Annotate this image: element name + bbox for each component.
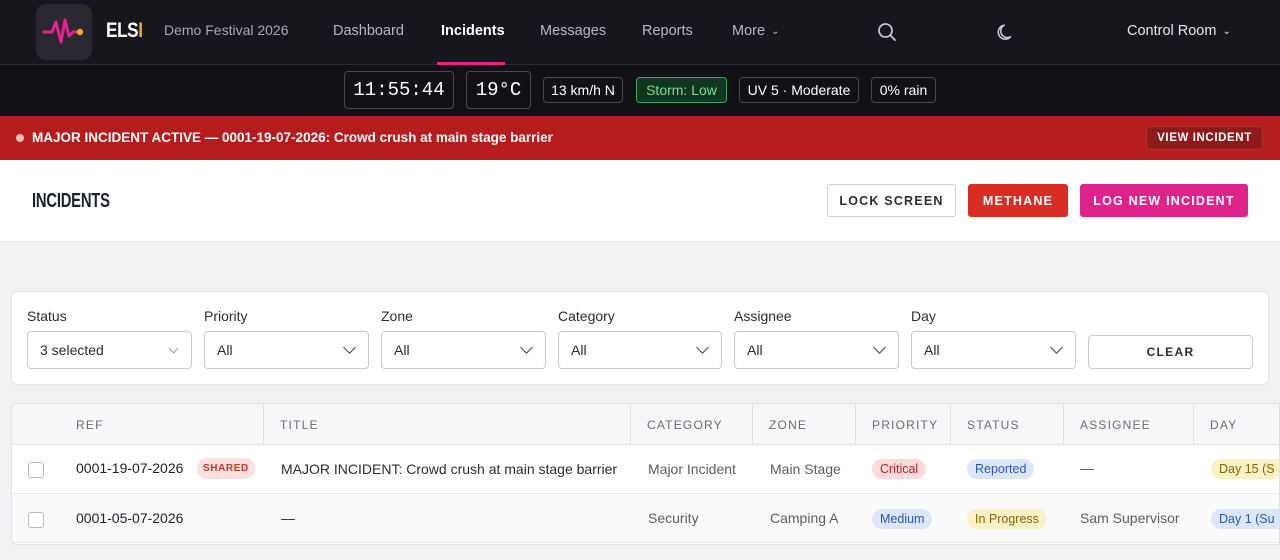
column-header-ref[interactable]: REF: [76, 418, 104, 432]
nav-dashboard[interactable]: Dashboard: [333, 23, 404, 39]
status-badge: In Progress: [967, 509, 1047, 529]
clear-filters-button[interactable]: CLEAR: [1088, 335, 1253, 369]
nav-reports[interactable]: Reports: [642, 23, 693, 39]
day-badge: Day 15 (S: [1211, 459, 1279, 479]
column-header-title[interactable]: TITLE: [280, 418, 319, 432]
uv-index: UV 5 · Moderate: [739, 77, 859, 103]
view-incident-button[interactable]: VIEW INCIDENT: [1146, 126, 1263, 150]
control-room-selector[interactable]: Control Room ⌄: [1127, 23, 1231, 39]
table-row[interactable]: 0001-05-07-2026 — Security Camping A Med…: [12, 494, 1279, 543]
column-divider: [630, 404, 631, 445]
incident-assignee: —: [1080, 460, 1094, 476]
top-navbar: ELSI Demo Festival 2026 Dashboard Incide…: [0, 0, 1280, 65]
incident-title[interactable]: —: [281, 510, 295, 526]
day-badge: Day 1 (Su: [1211, 509, 1279, 529]
incidents-table: REF TITLE CATEGORY ZONE PRIORITY STATUS …: [11, 403, 1280, 545]
chevron-down-icon: [520, 341, 533, 354]
search-icon[interactable]: [877, 22, 897, 42]
chevron-down-icon: ⌄: [771, 26, 780, 37]
table-row[interactable]: 0001-19-07-2026 SHARED MAJOR INCIDENT: C…: [12, 445, 1279, 494]
column-divider: [1063, 404, 1064, 445]
chevron-down-icon: [168, 343, 179, 354]
wind: 13 km/h N: [543, 77, 623, 103]
status-badge: Reported: [967, 459, 1035, 479]
chevron-down-icon: [1050, 341, 1063, 354]
rain-chance: 0% rain: [871, 77, 936, 103]
column-header-assignee[interactable]: ASSIGNEE: [1080, 418, 1151, 432]
incident-zone: Camping A: [770, 510, 839, 526]
assignee-filter-value: All: [747, 342, 763, 358]
alert-text: MAJOR INCIDENT ACTIVE — 0001-19-07-2026:…: [32, 130, 553, 145]
storm-status: Storm: Low: [636, 77, 727, 103]
priority-badge: Critical: [872, 459, 927, 479]
incident-title[interactable]: MAJOR INCIDENT: Crowd crush at main stag…: [281, 461, 617, 477]
category-filter-value: All: [571, 342, 587, 358]
heartbeat-icon: [42, 18, 84, 44]
nav-more[interactable]: More ⌄: [732, 23, 779, 39]
incident-category: Security: [648, 510, 699, 526]
category-filter-label: Category: [558, 308, 615, 324]
chevron-down-icon: [343, 341, 356, 354]
chevron-down-icon: ⌄: [1222, 26, 1231, 37]
incident-ref[interactable]: 0001-05-07-2026: [76, 510, 183, 526]
moon-icon[interactable]: [996, 22, 1016, 42]
lock-screen-button[interactable]: LOCK SCREEN: [827, 184, 956, 217]
status-filter-value: 3 selected: [40, 342, 104, 358]
nav-more-label: More: [732, 23, 766, 39]
column-divider: [855, 404, 856, 445]
nav-incidents[interactable]: Incidents: [441, 23, 505, 39]
methane-button[interactable]: METHANE: [968, 184, 1068, 217]
column-divider: [950, 404, 951, 445]
brand-name: ELSI: [106, 19, 143, 42]
log-new-incident-button[interactable]: LOG NEW INCIDENT: [1080, 184, 1248, 217]
incident-zone: Main Stage: [770, 461, 841, 477]
column-divider: [752, 404, 753, 445]
nav-messages[interactable]: Messages: [540, 23, 606, 39]
incident-assignee: Sam Supervisor: [1080, 510, 1180, 526]
chevron-down-icon: [696, 341, 709, 354]
incident-ref[interactable]: 0001-19-07-2026: [76, 460, 183, 476]
priority-badge: Medium: [872, 509, 933, 529]
day-filter-label: Day: [911, 308, 936, 324]
chevron-down-icon: [873, 341, 886, 354]
page-title: INCIDENTS: [32, 190, 110, 212]
priority-filter[interactable]: All: [204, 331, 369, 369]
zone-filter-label: Zone: [381, 308, 413, 324]
priority-filter-value: All: [217, 342, 233, 358]
day-filter[interactable]: All: [911, 331, 1076, 369]
table-header: REF TITLE CATEGORY ZONE PRIORITY STATUS …: [12, 404, 1279, 445]
row-checkbox[interactable]: [28, 512, 44, 528]
major-incident-banner: MAJOR INCIDENT ACTIVE — 0001-19-07-2026:…: [0, 116, 1280, 160]
incident-category: Major Incident: [648, 461, 736, 477]
day-filter-value: All: [924, 342, 940, 358]
column-header-zone[interactable]: ZONE: [769, 418, 807, 432]
column-header-day[interactable]: DAY: [1210, 418, 1237, 432]
status-filter[interactable]: 3 selected: [27, 331, 192, 369]
status-strip: 11:55:44 19°C 13 km/h N Storm: Low UV 5 …: [0, 65, 1280, 116]
row-checkbox[interactable]: [28, 462, 44, 478]
zone-filter-value: All: [394, 342, 410, 358]
column-header-priority[interactable]: PRIORITY: [872, 418, 938, 432]
column-header-status[interactable]: STATUS: [967, 418, 1020, 432]
category-filter[interactable]: All: [558, 331, 722, 369]
event-name: Demo Festival 2026: [164, 22, 289, 38]
column-header-category[interactable]: CATEGORY: [647, 418, 723, 432]
app-logo[interactable]: [36, 4, 92, 60]
temperature: 19°C: [466, 71, 531, 109]
column-divider: [263, 404, 264, 445]
zone-filter[interactable]: All: [381, 331, 546, 369]
column-divider: [1193, 404, 1194, 445]
shared-badge: SHARED: [197, 458, 255, 479]
priority-filter-label: Priority: [204, 308, 248, 324]
clock: 11:55:44: [344, 71, 454, 109]
assignee-filter-label: Assignee: [734, 308, 792, 324]
alert-dot-icon: [16, 134, 24, 142]
assignee-filter[interactable]: All: [734, 331, 899, 369]
status-filter-label: Status: [27, 308, 67, 324]
control-room-label: Control Room: [1127, 23, 1217, 39]
